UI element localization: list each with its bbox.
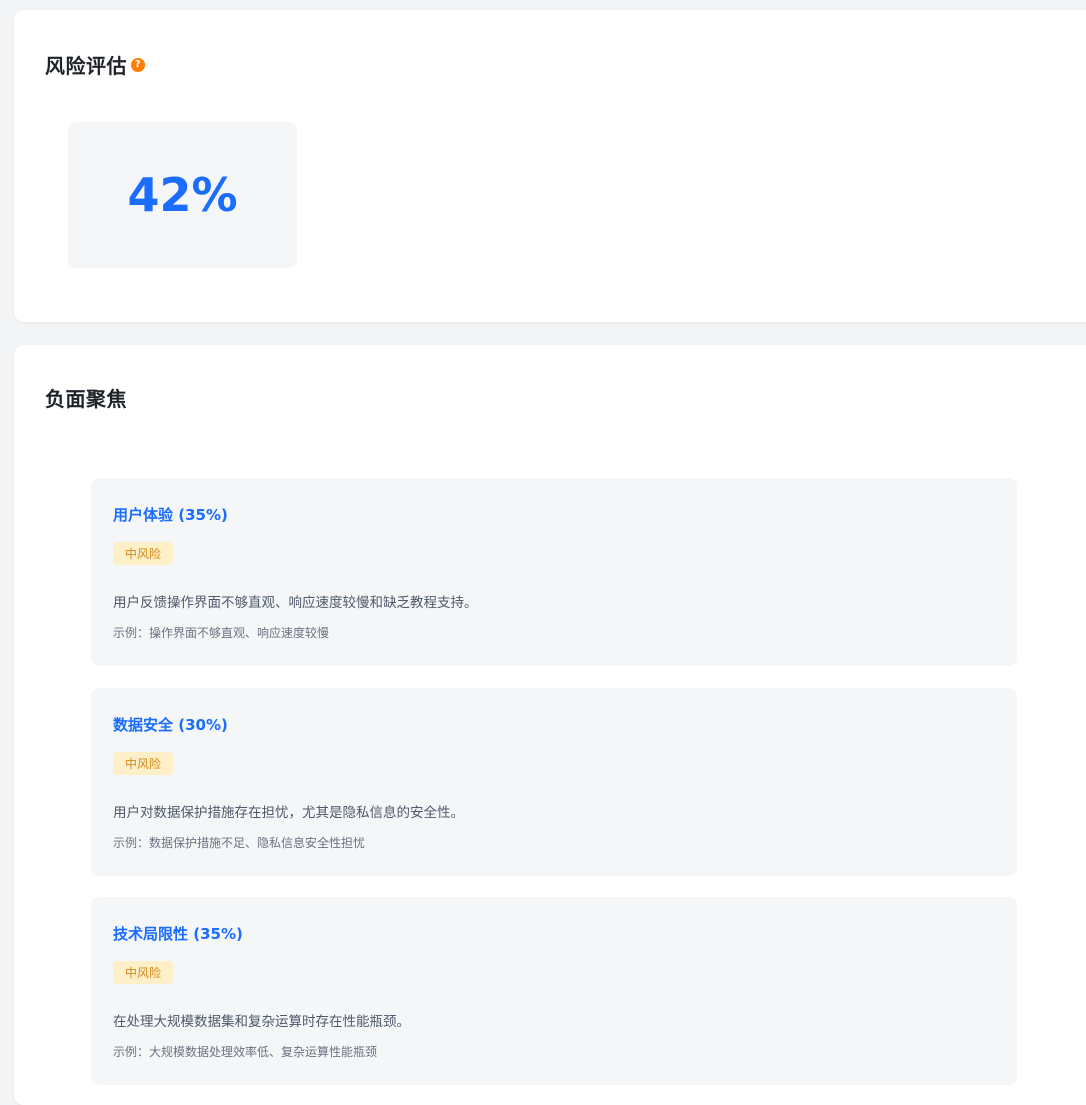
risk-assessment-title: 风险评估 ?	[45, 50, 145, 79]
issue-description: 用户反馈操作界面不够直观、响应速度较慢和缺乏教程支持。	[113, 595, 478, 611]
negative-focus-title: 负面聚焦	[45, 387, 127, 411]
issue-title[interactable]: 用户体验 (35%)	[113, 504, 228, 525]
issue-card-user-experience: 用户体验 (35%) 中风险 用户反馈操作界面不够直观、响应速度较慢和缺乏教程支…	[91, 478, 1017, 666]
issue-description: 用户对数据保护措施存在担忧，尤其是隐私信息的安全性。	[113, 805, 464, 821]
risk-level-badge: 中风险	[113, 542, 174, 565]
risk-assessment-card: 风险评估 ? 42%	[14, 10, 1086, 322]
issue-title[interactable]: 数据安全 (30%)	[113, 714, 228, 735]
negative-focus-card: 负面聚焦 用户体验 (35%) 中风险 用户反馈操作界面不够直观、响应速度较慢和…	[14, 345, 1086, 1105]
issue-title[interactable]: 技术局限性 (35%)	[113, 923, 243, 944]
issue-description: 在处理大规模数据集和复杂运算时存在性能瓶颈。	[113, 1014, 410, 1030]
risk-score-box: 42%	[68, 122, 297, 268]
issue-example: 示例：操作界面不够直观、响应速度较慢	[113, 626, 330, 640]
risk-level-badge: 中风险	[113, 961, 174, 984]
issue-example: 示例：大规模数据处理效率低、复杂运算性能瓶颈	[113, 1045, 378, 1059]
risk-level-badge: 中风险	[113, 752, 174, 775]
issue-example: 示例：数据保护措施不足、隐私信息安全性担忧	[113, 836, 366, 850]
risk-score-value: 42%	[127, 168, 238, 222]
risk-assessment-title-text: 风险评估	[45, 54, 127, 78]
issue-card-tech-limitations: 技术局限性 (35%) 中风险 在处理大规模数据集和复杂运算时存在性能瓶颈。 示…	[91, 897, 1017, 1085]
info-icon[interactable]: ?	[131, 57, 145, 72]
issue-card-data-security: 数据安全 (30%) 中风险 用户对数据保护措施存在担忧，尤其是隐私信息的安全性…	[91, 688, 1017, 876]
